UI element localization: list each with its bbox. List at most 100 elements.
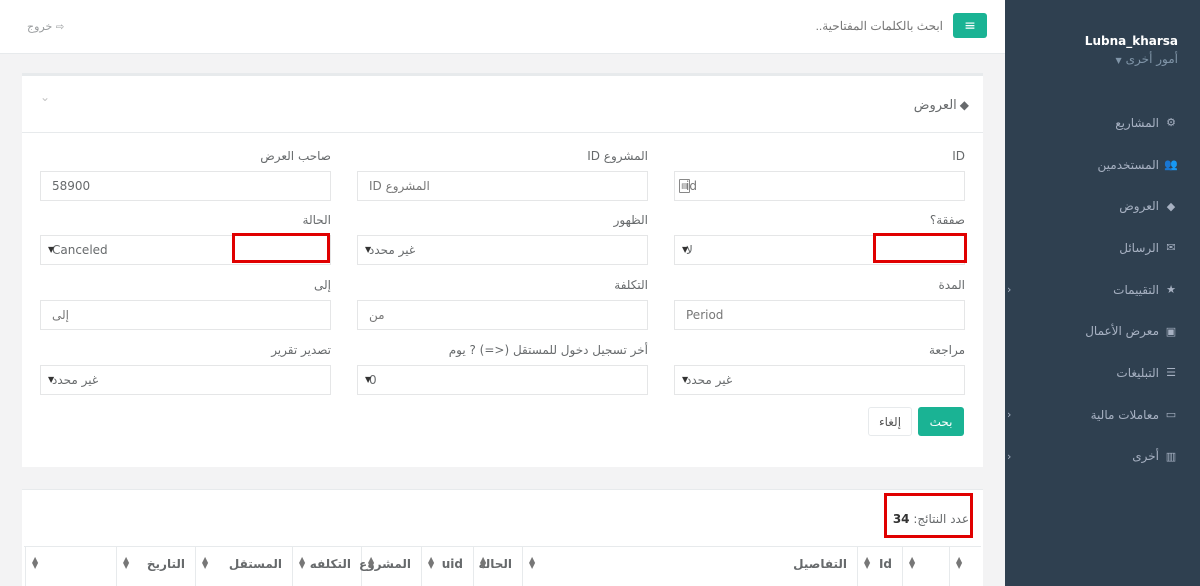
cost-to-filter: إلى إلى — [40, 278, 331, 330]
user-role-dropdown[interactable]: أمور أخرى▼ — [1027, 52, 1179, 66]
project-id-placeholder: المشروع ID — [369, 179, 430, 193]
column-label: التاريخ — [146, 557, 185, 571]
project-id-field[interactable]: المشروع ID — [357, 171, 648, 201]
sort-icon: ▲ ▼ — [32, 555, 39, 570]
offer-owner-field[interactable]: 58900 — [40, 171, 331, 201]
duration-filter: المدة Period — [674, 278, 965, 330]
status-label: الحالة — [302, 213, 331, 227]
table-header-cell[interactable]: التفاصيل ▲ ▼ — [522, 547, 857, 586]
table-header-cell[interactable]: ▲ ▼ — [902, 547, 949, 586]
sort-icon: ▲ ▼ — [428, 555, 435, 570]
table-header-cell[interactable]: الحالة ▲ ▼ — [473, 547, 522, 586]
status-value: Canceled — [52, 243, 108, 257]
results-count: عدد النتائج: 34 — [893, 512, 969, 526]
id-field[interactable]: id ▤ — [674, 171, 965, 201]
deal-select[interactable]: لا ▼ — [674, 235, 965, 265]
review-label: مراجعة — [928, 343, 965, 357]
sort-icon: ▲ ▼ — [202, 555, 209, 570]
offer-owner-filter: صاحب العرض 58900 — [40, 149, 331, 201]
chevron-left-icon: ‹ — [1007, 283, 1012, 297]
sort-icon: ▲ ▼ — [368, 555, 375, 570]
column-label: التفاصيل — [793, 557, 847, 571]
cost-to-label: إلى — [314, 278, 331, 292]
sidebar-item-4[interactable]: ★ التقييمات ‹ — [1005, 269, 1200, 311]
cost-label: التكلفة — [614, 278, 648, 292]
sidebar-item-label: معاملات مالية — [1090, 407, 1159, 422]
logout-label: خروج — [27, 20, 53, 33]
visibility-select[interactable]: غير محدد ▼ — [357, 235, 648, 265]
review-value: غير محدد — [686, 373, 733, 387]
table-header-cell[interactable]: ▲ ▼ — [25, 547, 116, 586]
sort-icon: ▲ ▼ — [480, 555, 487, 570]
sidebar-item-3[interactable]: ✉ الرسائل — [1005, 227, 1200, 269]
tag-icon: ◆ — [1166, 199, 1176, 213]
sort-icon: ▲ ▼ — [864, 555, 871, 570]
review-filter: مراجعة غير محدد ▼ — [674, 343, 965, 395]
star-icon: ★ — [1166, 283, 1176, 297]
review-select[interactable]: غير محدد ▼ — [674, 365, 965, 395]
column-label: التكلفه — [309, 557, 351, 571]
results-panel: عدد النتائج: 34 ▲ ▼ ▲ ▼ Id ▲ ▼ التفاصيل ▲ ▼ الحالة… — [22, 489, 983, 586]
chevron-down-icon[interactable]: ⌄ — [40, 90, 50, 104]
status-filter: الحالة Canceled ▼ — [40, 213, 331, 265]
sidebar-item-2[interactable]: ◆ العروض — [1005, 185, 1200, 227]
search-input[interactable] — [643, 19, 943, 33]
list-icon: ☰ — [1166, 366, 1176, 380]
sidebar-item-label: الرسائل — [1119, 240, 1159, 255]
logout-link[interactable]: ⇨ خروج — [27, 20, 64, 33]
duration-field[interactable]: Period — [674, 300, 965, 330]
sort-icon: ▲ ▼ — [123, 555, 130, 570]
sidebar-item-7[interactable]: ▭ معاملات مالية ‹ — [1005, 394, 1200, 436]
status-select[interactable]: Canceled ▼ — [40, 235, 331, 265]
caret-down-icon: ▼ — [48, 375, 55, 384]
chevron-left-icon: ‹ — [1007, 449, 1012, 463]
search-button[interactable]: بحث — [918, 407, 964, 436]
column-label: Id — [878, 557, 892, 571]
cost-to-placeholder: إلى — [52, 308, 69, 322]
sidebar: Lubna_kharsa أمور أخرى▼ ⚙ المشاريع 👥 المستخ… — [1005, 0, 1200, 586]
cubes-icon: ⚙ — [1166, 116, 1176, 130]
sort-icon: ▲ ▼ — [909, 555, 916, 570]
table-header-cell[interactable]: التكلفه ▲ ▼ — [292, 547, 361, 586]
sidebar-item-label: معرض الأعمال — [1085, 324, 1159, 339]
envelope-icon: ✉ — [1166, 241, 1176, 255]
sort-icon: ▲ ▼ — [529, 555, 536, 570]
cost-to-field[interactable]: إلى — [40, 300, 331, 330]
table-header-cell[interactable]: المستقل ▲ ▼ — [195, 547, 292, 586]
table-header-cell[interactable]: المشروع ▲ ▼ — [359, 547, 421, 586]
offer-owner-label: صاحب العرض — [260, 149, 331, 163]
sign-out-icon: ⇨ — [55, 22, 65, 33]
caret-down-icon: ▼ — [48, 245, 55, 254]
export-value: غير محدد — [52, 373, 99, 387]
page-title: ◆العروض — [914, 98, 969, 113]
cancel-button[interactable]: إلغاء — [868, 407, 912, 436]
column-label: المستقل — [228, 557, 282, 571]
table-header-cell[interactable]: ▲ ▼ — [949, 547, 981, 586]
caret-down-icon: ▼ — [682, 245, 689, 254]
caret-down-icon: ▼ — [682, 375, 689, 384]
sidebar-item-label: أخرى — [1132, 449, 1159, 464]
chevron-left-icon: ‹ — [1007, 408, 1012, 422]
last-login-filter: أخر تسجيل دخول للمستقل (<=) ? يوم 0 ▼ — [357, 343, 648, 395]
sidebar-item-6[interactable]: ☰ التبليغات — [1005, 352, 1200, 394]
sidebar-item-0[interactable]: ⚙ المشاريع — [1005, 102, 1200, 144]
table-header-cell[interactable]: uid ▲ ▼ — [421, 547, 473, 586]
table-header-cell[interactable]: التاريخ ▲ ▼ — [116, 547, 195, 586]
cost-from-field[interactable]: من — [357, 300, 648, 330]
briefcase-icon: ▣ — [1165, 324, 1177, 338]
last-login-select[interactable]: 0 ▼ — [357, 365, 648, 395]
sidebar-item-8[interactable]: ▥ أخرى ‹ — [1005, 436, 1200, 478]
cost-filter: التكلفة من — [357, 278, 648, 330]
project-id-label: المشروع ID — [587, 149, 648, 163]
export-select[interactable]: غير محدد ▼ — [40, 365, 331, 395]
menu-toggle-button[interactable]: ≡ — [953, 13, 987, 38]
sidebar-item-5[interactable]: ▣ معرض الأعمال — [1005, 310, 1200, 352]
sidebar-item-label: التقييمات — [1113, 282, 1159, 297]
user-profile: Lubna_kharsa أمور أخرى▼ — [1005, 0, 1200, 66]
money-icon: ▭ — [1165, 408, 1177, 422]
table-header-cell[interactable]: Id ▲ ▼ — [857, 547, 902, 586]
sidebar-item-1[interactable]: 👥 المستخدمين — [1005, 144, 1200, 186]
results-count-label: عدد النتائج: — [913, 512, 969, 526]
users-icon: 👥 — [1164, 158, 1178, 172]
panel-title-label: العروض — [913, 98, 957, 113]
